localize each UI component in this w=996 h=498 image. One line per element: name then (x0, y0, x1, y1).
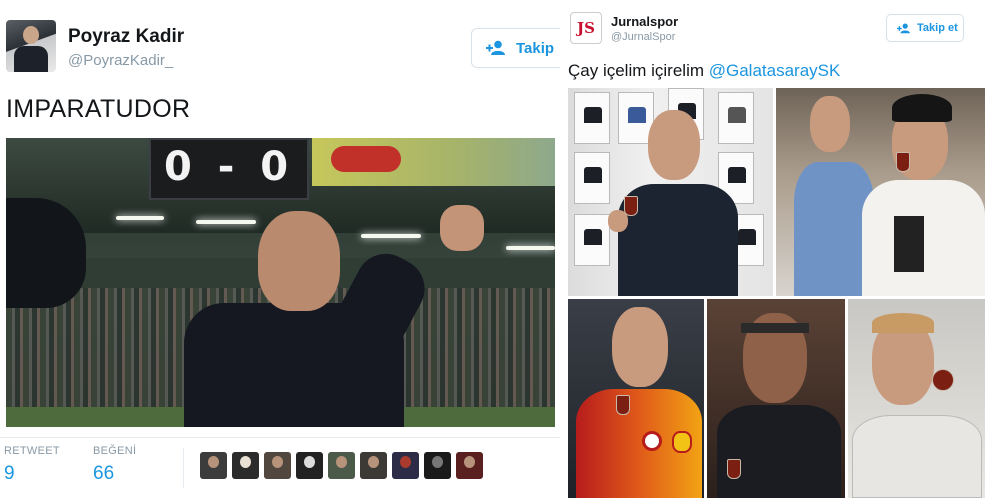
liker-avatars (200, 452, 483, 479)
author-name[interactable]: Poyraz Kadir (68, 26, 184, 48)
tweet-poyraz: Poyraz Kadir @PoyrazKadir_ Takip IMPARAT… (0, 0, 571, 498)
liker-avatar[interactable] (424, 452, 451, 479)
avatar[interactable] (6, 20, 56, 72)
tweet-photo[interactable] (707, 299, 845, 498)
scoreboard: 0 - 0 (149, 138, 309, 200)
liker-avatar[interactable] (200, 452, 227, 479)
tweet-photo[interactable] (568, 88, 773, 296)
liker-avatar[interactable] (232, 452, 259, 479)
coach-figure (184, 205, 484, 427)
liker-avatar[interactable] (392, 452, 419, 479)
follow-button[interactable]: Takip et (886, 14, 964, 42)
retweet-stat[interactable]: RETWEET 9 (4, 445, 60, 485)
stats-divider (183, 448, 184, 488)
sponsor-logo (331, 146, 401, 172)
photo-grid (568, 88, 985, 498)
author-name[interactable]: Jurnalspor (611, 14, 678, 29)
liker-avatar[interactable] (296, 452, 323, 479)
scoreboard-text: 0 - 0 (163, 144, 295, 190)
tweet-text: IMPARATUDOR (6, 95, 191, 123)
liker-avatar[interactable] (264, 452, 291, 479)
mention-link[interactable]: @GalatasaraySK (709, 61, 841, 80)
retweet-count: 9 (4, 463, 15, 484)
avatar[interactable]: JS (570, 12, 602, 44)
liker-avatar[interactable] (328, 452, 355, 479)
like-count: 66 (93, 463, 115, 484)
tweet-photo[interactable] (568, 299, 704, 498)
retweet-label: RETWEET (4, 445, 60, 457)
tweet-jurnalspor: JS Jurnalspor @JurnalSpor Takip et Çay i… (560, 0, 996, 498)
tweet-photo[interactable]: 0 - 0 (6, 138, 555, 427)
tweet-text: Çay içelim içirelim @GalatasaraySK (568, 61, 840, 81)
tweet-photo[interactable] (776, 88, 985, 296)
author-handle[interactable]: @JurnalSpor (611, 31, 675, 43)
liker-avatar[interactable] (456, 452, 483, 479)
liker-avatar[interactable] (360, 452, 387, 479)
tweet-photo[interactable] (848, 299, 985, 498)
tweet-text-plain: Çay içelim içirelim (568, 61, 709, 80)
like-label: BEĞENİ (93, 445, 137, 457)
follow-button[interactable]: Takip (471, 28, 571, 68)
like-stat[interactable]: BEĞENİ 66 (93, 445, 136, 485)
add-user-icon (486, 40, 505, 55)
follow-label: Takip (516, 39, 555, 57)
avatar-logo-text: JS (577, 19, 595, 37)
add-user-icon (897, 23, 910, 33)
follow-label: Takip et (917, 22, 958, 34)
author-handle[interactable]: @PoyrazKadir_ (68, 52, 173, 69)
screenshot: Poyraz Kadir @PoyrazKadir_ Takip IMPARAT… (0, 0, 996, 498)
